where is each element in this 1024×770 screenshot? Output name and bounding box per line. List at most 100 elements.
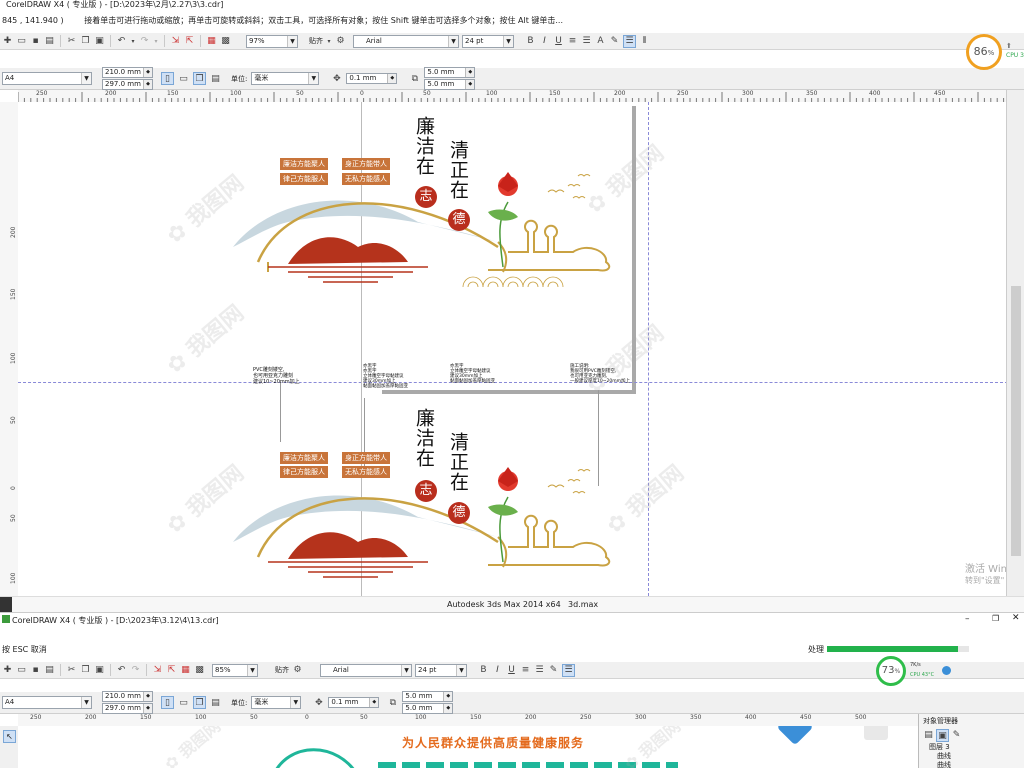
print-icon[interactable]: ▤ [44,665,55,676]
page-height-field[interactable]: 297.0 mm ◆ [102,703,153,714]
scrollbar-thumb[interactable] [1011,286,1021,556]
cut-icon[interactable]: ✂ [66,665,77,676]
page-width-field[interactable]: 210.0 mm ◆ [102,691,153,702]
zoom-level-combo[interactable]: 97% ▼ [246,34,298,48]
slogan-tag[interactable]: 廉洁方能聚人 [280,158,328,170]
spin-arrows-icon[interactable]: ◆ [143,80,152,89]
horizontal-text-icon[interactable]: ☰ [562,663,575,677]
new-document-icon[interactable]: ✚ [2,665,13,676]
teal-title-artwork[interactable] [378,756,678,768]
redo-dropdown-icon[interactable]: ▾ [153,36,159,47]
cut-icon[interactable]: ✂ [66,36,77,47]
spin-arrows-icon[interactable]: ◆ [465,80,475,89]
guide-line[interactable] [18,382,1008,383]
slogan-tag[interactable]: 无私方能感人 [342,466,390,478]
bold-icon[interactable]: B [525,36,536,47]
units-combo[interactable]: 毫米 ▼ [251,696,302,709]
title-column-2[interactable]: 清正在 [447,140,469,210]
tool-icon[interactable] [0,597,12,613]
vertical-ruler[interactable]: 200 150 100 50 0 50 100 150 [0,102,19,596]
spin-arrows-icon[interactable]: ◆ [443,692,453,701]
close-icon[interactable]: ✕ [1012,613,1020,623]
options-icon[interactable]: ⚙ [292,665,303,676]
snap-to-label[interactable]: 贴齐 [275,665,289,675]
redo-icon[interactable]: ↷ [130,665,141,676]
font-family-combo[interactable]: Arial ▼ [353,34,459,48]
italic-icon[interactable]: I [539,36,550,47]
seal-1-copy[interactable]: 志 [415,480,437,502]
vertical-scrollbar[interactable] [1006,90,1024,596]
spin-arrows-icon[interactable]: ◆ [443,704,453,713]
title-column-2-copy[interactable]: 清正在 [447,432,469,502]
pick-tool-icon[interactable]: ↖ [3,730,16,743]
landscape-icon[interactable]: ▭ [178,73,189,84]
font-family-combo[interactable]: Arial ▼ [320,663,412,677]
redo-icon[interactable]: ↷ [139,36,150,47]
page-height-field[interactable]: 297.0 mm ◆ [102,79,153,90]
new-document-icon[interactable]: ✚ [2,36,13,47]
page-size-combo[interactable]: A4 ▼ [2,72,92,85]
duplicate-y-field[interactable]: 5.0 mm ◆ [424,79,476,90]
duplicate-x-field[interactable]: 5.0 mm ◆ [424,67,476,78]
title-column-1-copy[interactable]: 廉洁在 [413,408,435,478]
page-width-field[interactable]: 210.0 mm ◆ [102,67,153,78]
tree-item-layer[interactable]: 图层 3 [919,743,1024,752]
paste-icon[interactable]: ▣ [94,665,105,676]
title-column-1[interactable]: 廉洁在 [413,116,435,186]
nudge-distance-field[interactable]: 0.1 mm ◆ [346,73,398,84]
italic-icon[interactable]: I [492,665,503,676]
layer-icon[interactable]: ▤ [923,729,934,740]
slogan-tag[interactable]: 廉洁方能聚人 [280,452,328,464]
paste-icon[interactable]: ▣ [94,36,105,47]
spin-arrows-icon[interactable]: ◆ [387,74,397,83]
construction-note-4[interactable]: 施工说明: 我很可用PVC雕刻镂空, 也可用亚克力雕刻, 一般建议厚度10~20… [570,364,630,384]
slogan-tag[interactable]: 律己方能服人 [280,173,328,185]
seal-2-copy[interactable]: 德 [448,502,470,524]
tree-item-curve[interactable]: 曲线 [919,752,1024,761]
slogan-tag[interactable]: 律己方能服人 [280,466,328,478]
application-launcher-icon[interactable]: ▦ [180,665,191,676]
application-launcher-icon[interactable]: ▦ [206,36,217,47]
import-icon[interactable]: ⇲ [170,36,181,47]
undo-icon[interactable]: ↶ [116,665,127,676]
chevron-down-icon[interactable]: ▾ [326,36,332,47]
spin-arrows-icon[interactable]: ◆ [143,704,152,713]
tree-item-curve[interactable]: 曲线 [919,761,1024,770]
font-size-combo[interactable]: 24 pt ▼ [462,34,514,48]
restore-icon[interactable]: ❐ [992,614,999,623]
save-icon[interactable]: ▪ [30,36,41,47]
all-pages-icon[interactable]: ❐ [193,696,206,709]
welcome-screen-icon[interactable]: ▩ [194,665,205,676]
open-folder-icon[interactable]: ▭ [16,36,27,47]
construction-note-2[interactable]: 亦黑字 亦黑字 立体雕空字母黏建议 建议30mm加上 黏面黏固加盖厚黏固亚 [363,364,408,389]
minimize-icon[interactable]: – [965,614,970,624]
spin-arrows-icon[interactable]: ◆ [143,68,152,77]
guide-line[interactable] [648,102,649,596]
seal-2[interactable]: 德 [448,209,470,231]
snap-to-label[interactable]: 贴齐 [309,36,323,46]
spin-arrows-icon[interactable]: ◆ [143,692,152,701]
export-icon[interactable]: ⇱ [184,36,195,47]
taskbar-app-3dsmax[interactable]: Autodesk 3ds Max 2014 x64 [447,600,561,609]
export-icon[interactable]: ⇱ [166,665,177,676]
construction-note-3[interactable]: 亦黑字 立体雕空字母黏建议 建议30mm加上 黏面黏固加盖厚黏固亚 [450,364,495,384]
edit-text-icon[interactable]: ✎ [548,665,559,676]
welcome-screen-icon[interactable]: ▩ [220,36,231,47]
seal-1[interactable]: 志 [415,186,437,208]
drawing-canvas[interactable]: 廉洁在 志 清正在 德 廉洁方能聚人 身正方能带人 律己方能服人 无私方能感人 … [18,102,1008,596]
current-page-icon[interactable]: ▤ [210,73,221,84]
save-icon[interactable]: ▪ [30,665,41,676]
nudge-distance-field[interactable]: 0.1 mm ◆ [328,697,380,708]
landscape-icon[interactable]: ▭ [178,697,189,708]
underline-icon[interactable]: U [506,665,517,676]
text-align-icon[interactable]: ≡ [520,665,531,676]
taskbar-app-file[interactable]: 3d.max [568,600,598,609]
drawing-canvas[interactable]: 为人民群众提供高质量健康服务 ✿ 我图网 ✿ 我图网 [18,726,918,768]
font-size-combo[interactable]: 24 pt ▼ [415,663,467,677]
assistant-ball-icon[interactable] [942,666,951,675]
construction-note-1[interactable]: PVC雕刻镂空, 也可用亚克力雕刻 建议10~20mm加上 [253,367,300,385]
open-folder-icon[interactable]: ▭ [16,665,27,676]
teal-arch-artwork[interactable] [268,736,388,768]
copy-icon[interactable]: ❐ [80,665,91,676]
slogan-tag[interactable]: 无私方能感人 [342,173,390,185]
